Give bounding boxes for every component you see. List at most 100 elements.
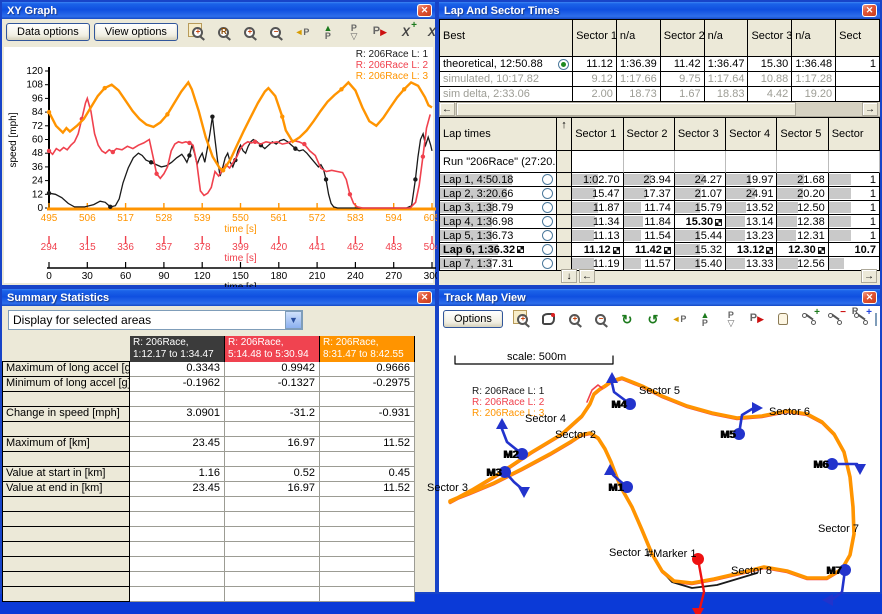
map-options-button[interactable]: Options	[443, 310, 503, 328]
summary-stats-titlebar[interactable]: Summary Statistics ✕	[2, 289, 435, 306]
selected-radio[interactable]	[558, 59, 569, 70]
best-cell: 2.00	[573, 87, 617, 102]
marker-flag-icon[interactable]: P▽	[721, 309, 741, 329]
summary-cell	[320, 572, 415, 587]
scroll-left-icon[interactable]: ←	[579, 269, 595, 283]
summary-cell	[320, 512, 415, 527]
zoom-window-icon[interactable]: +	[188, 22, 208, 42]
scroll-right-icon[interactable]: →	[862, 102, 878, 116]
lap-radio[interactable]	[542, 244, 553, 255]
summary-cell	[320, 542, 415, 557]
summary-cell	[225, 452, 320, 467]
zoom-in-icon[interactable]: +	[240, 22, 260, 42]
sector-cell: 13.12	[726, 243, 777, 257]
scroll-thumb[interactable]	[456, 102, 796, 116]
lap-radio[interactable]	[542, 230, 553, 241]
play-marker-icon[interactable]: P▶	[370, 22, 390, 42]
best-table-row[interactable]: theoretical, 12:50.8811.121:36.3911.421:…	[439, 57, 880, 72]
lap-row[interactable]: Lap 4, 1:36.9811.3411.8415.3013.1412.381	[439, 215, 880, 229]
scroll-right-icon[interactable]: →	[861, 269, 877, 283]
best-cell	[836, 72, 880, 87]
display-mode-dropdown[interactable]: Display for selected areas ▼	[8, 310, 303, 330]
map-checkbox[interactable]	[875, 313, 877, 326]
lap-radio[interactable]	[542, 188, 553, 199]
node-remove-icon[interactable]: −	[825, 309, 845, 329]
zoom-reset-icon[interactable]: R	[214, 22, 234, 42]
best-row-label: simulated, 10:17.82	[439, 72, 573, 87]
add-marker-icon[interactable]: ▲P	[318, 22, 338, 42]
summary-row	[2, 497, 435, 512]
lap-sector-content: BestSector 1n/aSector 2n/aSector 3n/aSec…	[439, 19, 880, 285]
zoom-out-icon[interactable]: −	[266, 22, 286, 42]
close-icon[interactable]: ✕	[862, 291, 877, 304]
prev-marker-icon[interactable]: ◄P	[292, 22, 312, 42]
lap-row[interactable]: Lap 2, 3:20.6615.4717.3721.0724.9120.201	[439, 187, 880, 201]
marker-label: M7	[826, 565, 841, 577]
node-r-add-icon[interactable]: R+	[851, 309, 871, 329]
lap-radio[interactable]	[542, 216, 553, 227]
pan-hand-icon[interactable]	[773, 309, 793, 329]
best-cell: 18.73	[617, 87, 661, 102]
zoom-out-icon[interactable]: −	[591, 309, 611, 329]
summary-stats-window: Summary Statistics ✕ Display for selecte…	[0, 287, 437, 594]
marker-flag-icon[interactable]: P▽	[344, 22, 364, 42]
play-marker-icon[interactable]: P▶	[747, 309, 767, 329]
prev-marker-icon[interactable]: ◄P	[669, 309, 689, 329]
lap-radio[interactable]	[542, 258, 553, 269]
scroll-left-icon[interactable]: ←	[439, 102, 455, 116]
window-title: XY Graph	[7, 5, 57, 17]
chevron-down-icon[interactable]: ▼	[285, 311, 302, 329]
lap-vscroll-top[interactable]: ↑	[557, 117, 572, 151]
best-marker-icon	[664, 247, 671, 254]
scroll-down-icon[interactable]: ↓	[561, 269, 577, 283]
marker-label: M3	[486, 467, 501, 479]
best-table-row[interactable]: simulated, 10:17.829.121:17.669.751:17.6…	[439, 72, 880, 87]
lap-row[interactable]: Lap 1, 4:50.181:02.7023.9424.2719.9721.6…	[439, 173, 880, 187]
close-icon[interactable]: ✕	[862, 4, 877, 17]
lap-vscroll-track[interactable]	[557, 151, 573, 173]
best-cell: 1:36.39	[617, 57, 661, 72]
scroll-up-icon[interactable]: ↑	[561, 119, 567, 131]
view-options-button[interactable]: View options	[94, 23, 178, 41]
node-add-icon[interactable]: +	[799, 309, 819, 329]
zoom-window-icon[interactable]: +	[513, 309, 533, 329]
svg-text:108: 108	[26, 80, 43, 91]
best-table-header: BestSector 1n/aSector 2n/aSector 3n/aSec…	[439, 19, 880, 57]
xy-graph-titlebar[interactable]: XY Graph ✕	[2, 2, 435, 19]
summary-cell	[320, 557, 415, 572]
summary-row-label: Value at start in [km]	[2, 467, 130, 482]
summary-cell	[225, 422, 320, 437]
svg-text:294: 294	[41, 242, 58, 253]
rotate-ccw-icon[interactable]: ↺	[643, 309, 663, 329]
marker-label: M4	[611, 399, 627, 411]
lap-radio[interactable]	[542, 174, 553, 185]
close-icon[interactable]: ✕	[417, 291, 432, 304]
lap-row[interactable]: Lap 7, 1:37.3111.1911.5715.4013.3312.56	[439, 257, 880, 271]
zoom-in-icon[interactable]: +	[565, 309, 585, 329]
fit-track-icon[interactable]	[539, 309, 559, 329]
best-cell: 1:36.48	[792, 57, 836, 72]
lap-sector-titlebar[interactable]: Lap And Sector Times ✕	[439, 2, 880, 19]
data-options-button[interactable]: Data options	[6, 23, 90, 41]
best-hscrollbar[interactable]: ←→	[439, 102, 880, 117]
svg-text:60: 60	[32, 135, 44, 146]
close-icon[interactable]: ✕	[417, 4, 432, 17]
lap-row[interactable]: Lap 5, 1:36.7311.1311.5415.4413.2312.311	[439, 229, 880, 243]
x-axis-add-icon[interactable]: X+	[396, 22, 416, 42]
rotate-cw-icon[interactable]: ↻	[617, 309, 637, 329]
lap-row[interactable]: Lap 6, 1:36.3211.1211.4215.3213.1212.301…	[439, 243, 880, 257]
best-cell	[836, 87, 880, 102]
best-table-row[interactable]: sim delta, 2:33.062.0018.731.6718.834.42…	[439, 87, 880, 102]
add-marker-icon[interactable]: ▲P	[695, 309, 715, 329]
marker-label: M5	[720, 429, 735, 441]
track-map-titlebar[interactable]: Track Map View ✕	[439, 289, 880, 306]
sector-cell: 24.27	[675, 173, 726, 187]
lap-radio[interactable]	[542, 202, 553, 213]
lap-table-header: Lap times↑Sector 1Sector 2Sector 3Sector…	[439, 117, 880, 151]
xy-graph-window: XY Graph ✕ Data options View options + R +…	[0, 0, 437, 287]
lap-row[interactable]: Lap 3, 1:38.7911.8711.7415.7913.5212.501	[439, 201, 880, 215]
svg-text:120: 120	[26, 66, 43, 77]
summary-cell	[320, 527, 415, 542]
sector-cell: 13.52	[726, 201, 777, 215]
sector-cell: 11.57	[624, 257, 675, 271]
